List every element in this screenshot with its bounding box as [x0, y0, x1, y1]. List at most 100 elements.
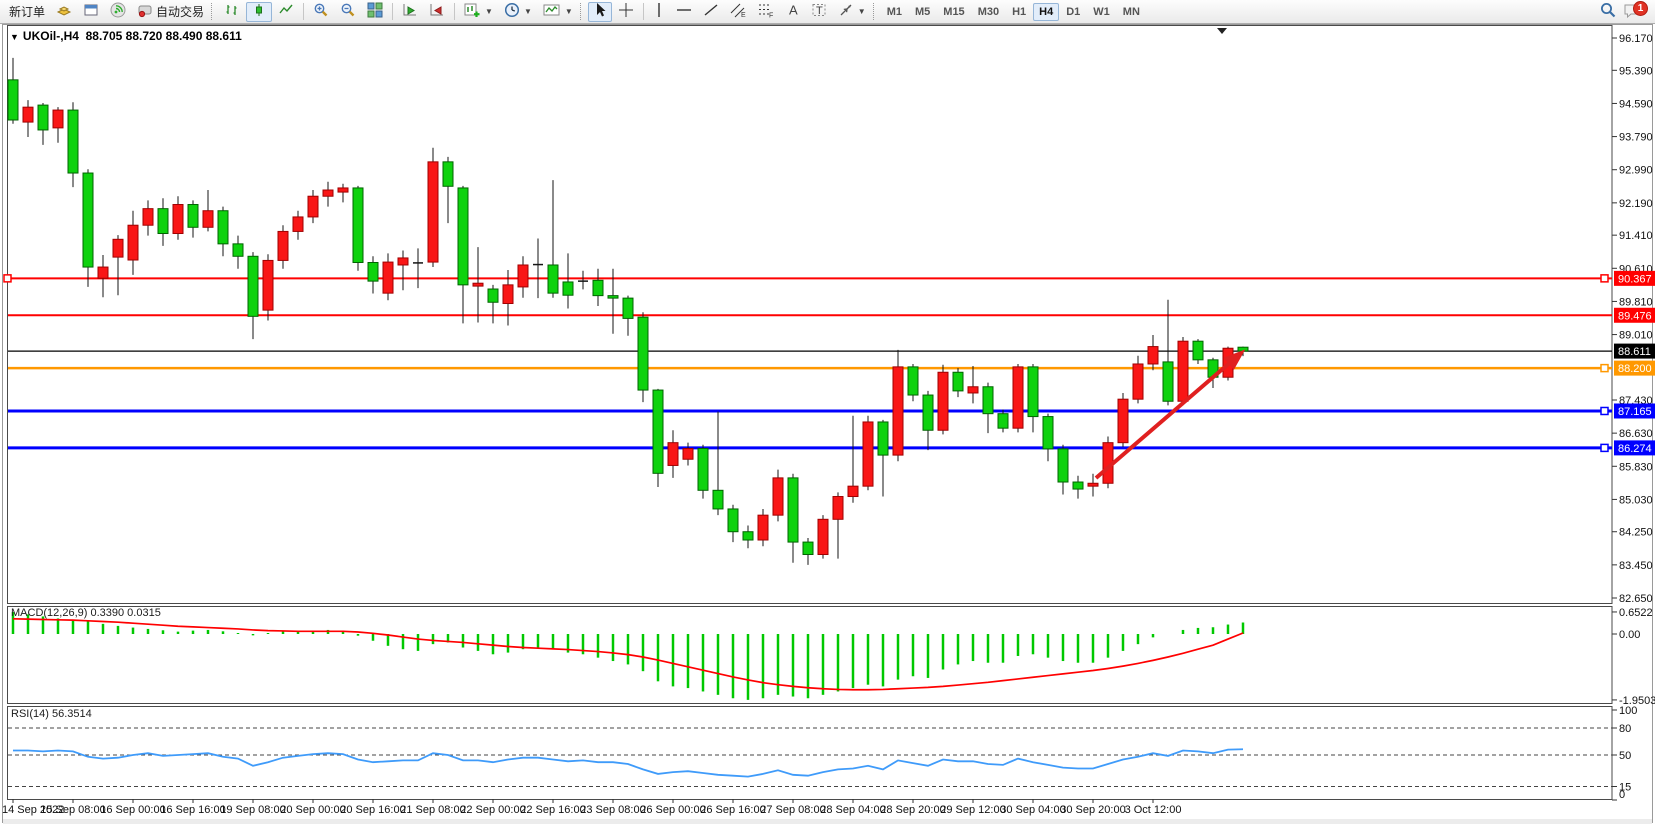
market-watch-button[interactable]	[51, 2, 77, 22]
tab-timeframe-M15[interactable]: M15	[937, 3, 970, 21]
period-clock-button[interactable]: ▼	[499, 2, 537, 22]
tab-timeframe-M30[interactable]: M30	[972, 3, 1005, 21]
search-icon[interactable]	[1599, 1, 1617, 22]
crosshair-icon	[618, 2, 634, 21]
autotrading-label: 自动交易	[156, 3, 204, 20]
tab-timeframe-M1[interactable]: M1	[881, 3, 908, 21]
tab-timeframe-H1[interactable]: H1	[1006, 3, 1032, 21]
horizontal-line-tool-button[interactable]	[671, 2, 697, 22]
channel-tool-button[interactable]: E	[725, 2, 752, 22]
main-toolbar: 新订单 自动交易 ▼ ▼	[0, 0, 1655, 24]
svg-text:94.590: 94.590	[1619, 98, 1653, 110]
svg-text:28 Sep 20:00: 28 Sep 20:00	[880, 804, 945, 816]
svg-text:92.990: 92.990	[1619, 165, 1653, 177]
auto-scroll-icon	[402, 2, 418, 21]
tab-timeframe-MN[interactable]: MN	[1117, 3, 1146, 21]
svg-text:85.830: 85.830	[1619, 461, 1653, 473]
svg-text:23 Sep 08:00: 23 Sep 08:00	[580, 804, 645, 816]
svg-text:28 Sep 04:00: 28 Sep 04:00	[820, 804, 885, 816]
svg-text:91.410: 91.410	[1619, 230, 1653, 242]
tab-timeframe-W1[interactable]: W1	[1087, 3, 1116, 21]
svg-text:86.630: 86.630	[1619, 428, 1653, 440]
zoom-out-button[interactable]	[335, 2, 361, 22]
indicators-icon	[543, 2, 561, 21]
toolbar-grip	[580, 3, 584, 20]
svg-text:26 Sep 00:00: 26 Sep 00:00	[640, 804, 705, 816]
one-click-collapse-icon[interactable]: ▼	[10, 32, 19, 42]
tile-windows-button[interactable]	[362, 2, 388, 22]
crosshair-button[interactable]	[613, 2, 639, 22]
tab-timeframe-H4[interactable]: H4	[1033, 3, 1059, 21]
cursor-arrow-icon	[593, 2, 607, 21]
tile-windows-icon	[367, 2, 383, 21]
price-chart[interactable]: 96.17095.39094.59093.79092.99092.19091.4…	[0, 0, 1655, 825]
chart-ohlc-overlay: ▼ UKOil-,H4 88.705 88.720 88.490 88.611	[10, 29, 242, 43]
svg-text:88.200: 88.200	[1618, 363, 1652, 375]
svg-text:0: 0	[1619, 789, 1625, 801]
zoom-in-icon	[313, 2, 329, 21]
svg-text:95.390: 95.390	[1619, 65, 1653, 77]
notifications-button[interactable]: 1	[1623, 2, 1645, 22]
fibonacci-icon: F	[758, 2, 775, 21]
navigator-button[interactable]	[78, 2, 104, 22]
svg-text:88.611: 88.611	[1618, 346, 1651, 358]
svg-text:T: T	[816, 5, 823, 17]
indicators-button[interactable]: ▼	[538, 2, 578, 22]
signals-button[interactable]	[105, 2, 131, 22]
trendline-tool-button[interactable]	[698, 2, 724, 22]
equidistant-channel-icon: E	[730, 2, 747, 21]
svg-text:16 Sep 16:00: 16 Sep 16:00	[160, 804, 225, 816]
text-tool-button[interactable]: A	[781, 2, 805, 22]
notification-badge: 1	[1633, 1, 1648, 16]
svg-text:30 Sep 20:00: 30 Sep 20:00	[1060, 804, 1125, 816]
trendline-icon	[703, 2, 719, 21]
svg-text:26 Sep 16:00: 26 Sep 16:00	[700, 804, 765, 816]
toolbar-separator	[303, 3, 304, 20]
candlestick-icon	[251, 2, 267, 21]
navigator-icon	[83, 2, 99, 21]
arrows-tool-button[interactable]: ▼	[833, 2, 871, 22]
chart-shift-button[interactable]	[424, 2, 450, 22]
symbol-period-label: UKOil-,H4	[23, 29, 79, 43]
ohlc-values: 88.705 88.720 88.490 88.611	[86, 29, 242, 43]
svg-text:87.165: 87.165	[1618, 406, 1652, 418]
new-order-label: 新订单	[9, 3, 45, 20]
auto-scroll-button[interactable]	[397, 2, 423, 22]
svg-text:96.170: 96.170	[1619, 33, 1653, 45]
fibonacci-tool-button[interactable]: F	[753, 2, 780, 22]
svg-text:20 Sep 00:00: 20 Sep 00:00	[280, 804, 345, 816]
new-order-button[interactable]: 新订单	[4, 2, 50, 22]
svg-text:50: 50	[1619, 750, 1631, 762]
line-chart-icon	[278, 2, 294, 21]
chart-shift-icon	[429, 2, 445, 21]
svg-text:93.790: 93.790	[1619, 132, 1653, 144]
autotrading-button[interactable]: 自动交易	[132, 2, 209, 22]
svg-text:29 Sep 12:00: 29 Sep 12:00	[940, 804, 1005, 816]
text-label-tool-button[interactable]: T	[806, 2, 832, 22]
svg-text:85.030: 85.030	[1619, 494, 1653, 506]
cursor-button[interactable]	[588, 2, 612, 22]
svg-text:83.450: 83.450	[1619, 560, 1653, 572]
tab-timeframe-D1[interactable]: D1	[1060, 3, 1086, 21]
toolbar-separator	[643, 3, 644, 20]
new-chart-button[interactable]: ▼	[459, 2, 498, 22]
bar-chart-icon	[224, 2, 240, 21]
line-chart-button[interactable]	[273, 2, 299, 22]
clock-icon	[504, 2, 520, 21]
zoom-in-button[interactable]	[308, 2, 334, 22]
vertical-line-icon	[653, 2, 665, 21]
chevron-down-icon: ▼	[524, 7, 532, 16]
svg-text:84.250: 84.250	[1619, 527, 1653, 539]
vertical-line-tool-button[interactable]	[648, 2, 670, 22]
autotrading-icon	[137, 2, 153, 21]
svg-text:0.6522: 0.6522	[1619, 607, 1653, 619]
signals-icon	[110, 2, 126, 21]
svg-text:80: 80	[1619, 723, 1631, 735]
svg-text:20 Sep 16:00: 20 Sep 16:00	[340, 804, 405, 816]
toolbar-separator	[454, 3, 455, 20]
bar-chart-button[interactable]	[219, 2, 245, 22]
tab-timeframe-M5[interactable]: M5	[909, 3, 936, 21]
rsi-indicator-label: RSI(14) 56.3514	[11, 708, 92, 720]
market-watch-icon	[56, 2, 72, 21]
candlestick-chart-button[interactable]	[246, 2, 272, 22]
